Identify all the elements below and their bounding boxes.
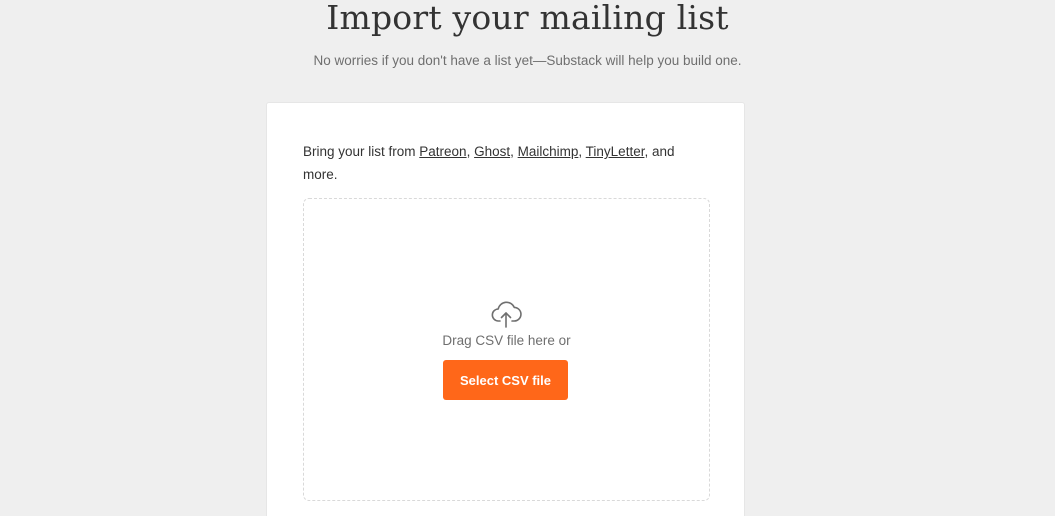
select-csv-button[interactable]: Select CSV file [443, 360, 568, 400]
separator: , [466, 144, 475, 159]
cloud-upload-icon [491, 301, 522, 328]
csv-dropzone[interactable]: Drag CSV file here or Select CSV file [303, 198, 710, 501]
separator: , [578, 144, 586, 159]
import-sources-text: Bring your list from Patreon, Ghost, Mai… [303, 140, 703, 186]
source-link-tinyletter[interactable]: TinyLetter [586, 144, 645, 159]
source-link-patreon[interactable]: Patreon [419, 144, 466, 159]
source-link-mailchimp[interactable]: Mailchimp [518, 144, 579, 159]
drag-instructions: Drag CSV file here or [442, 333, 571, 348]
page-title: Import your mailing list [326, 0, 729, 37]
separator: , [510, 144, 518, 159]
import-card: Bring your list from Patreon, Ghost, Mai… [266, 102, 745, 516]
source-link-ghost[interactable]: Ghost [474, 144, 510, 159]
intro-prefix: Bring your list from [303, 144, 420, 159]
page-subtitle: No worries if you don't have a list yet—… [313, 53, 742, 68]
